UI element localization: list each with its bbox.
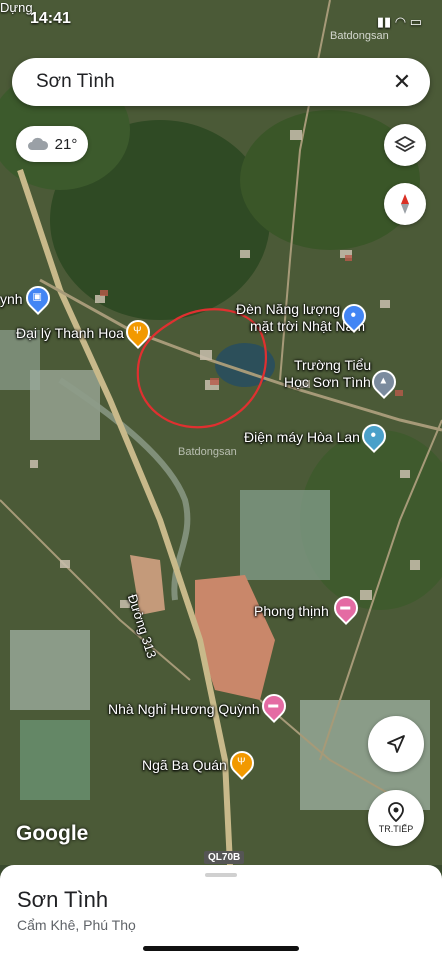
- layers-icon: [394, 135, 416, 153]
- compass-button[interactable]: [384, 183, 426, 225]
- search-bar[interactable]: Sơn Tình ✕: [12, 58, 430, 106]
- home-indicator[interactable]: [143, 946, 299, 951]
- directions-button[interactable]: TR.TIẾP: [368, 790, 424, 846]
- place-title: Sơn Tình: [17, 887, 109, 912]
- weather-temperature: 21°: [54, 135, 78, 153]
- satellite-map[interactable]: Dựng 14:41 ▮▮ ◠ ▭ Batdongsan Batdongsan …: [0, 0, 442, 865]
- poi-phong-thinh[interactable]: Phong thịnh: [254, 602, 329, 620]
- status-time: 14:41: [30, 10, 71, 27]
- status-icons: ▮▮ ◠ ▭: [376, 14, 422, 29]
- compass-icon: [401, 194, 409, 214]
- layers-button[interactable]: [384, 124, 426, 166]
- watermark-text: Batdongsan: [330, 30, 389, 42]
- poi-nha-nghi-huong-quynh[interactable]: Nhà Nghỉ Hương Quỳnh: [108, 700, 260, 718]
- directions-label: TR.TIẾP: [378, 824, 414, 834]
- search-query[interactable]: Sơn Tình: [36, 71, 380, 93]
- poi-truong-line1[interactable]: Trường Tiểu: [294, 356, 371, 374]
- cloud-icon: [27, 137, 48, 150]
- poi-nga-ba-quan[interactable]: Ngã Ba Quán: [142, 756, 227, 774]
- sheet-drag-handle[interactable]: [205, 873, 237, 877]
- weather-chip[interactable]: 21°: [16, 126, 88, 162]
- google-logo: Google: [16, 822, 89, 845]
- my-location-icon: [387, 735, 405, 753]
- place-subtitle: Cẩm Khê, Phú Thọ: [17, 917, 136, 933]
- poi-label-fragment: ynh: [0, 291, 23, 307]
- status-back-app[interactable]: Dựng: [0, 0, 33, 15]
- directions-pin-icon: [388, 802, 404, 822]
- poi-dai-ly-thanh-hoa[interactable]: Đại lý Thanh Hoa: [16, 324, 124, 342]
- road-sign-ql70b: QL70B: [204, 851, 245, 864]
- poi-den-nang-luong-line1[interactable]: Đèn Năng lượng: [236, 300, 340, 318]
- poi-truong-line2[interactable]: Học Sơn Tình: [284, 373, 371, 391]
- poi-dien-may-hoa-lan[interactable]: Điện máy Hòa Lan: [244, 428, 360, 446]
- close-icon[interactable]: ✕: [380, 60, 424, 104]
- my-location-button[interactable]: [368, 716, 424, 772]
- watermark-center: Batdongsan: [178, 446, 237, 458]
